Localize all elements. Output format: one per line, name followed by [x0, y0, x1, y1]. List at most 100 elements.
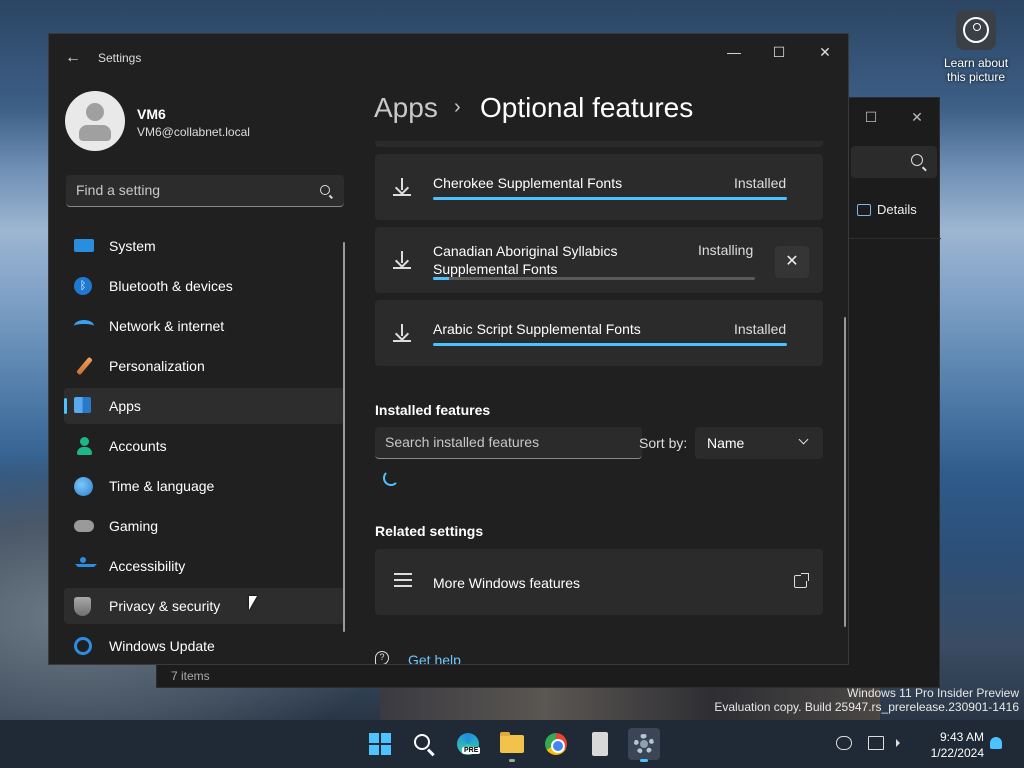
notification-bell-icon[interactable]	[990, 737, 1002, 749]
onedrive-icon[interactable]	[836, 736, 852, 750]
content-scrollbar[interactable]	[844, 317, 846, 627]
profile-name: VM6	[137, 106, 166, 122]
sidebar-item-label: Personalization	[109, 358, 205, 374]
camera-info-icon[interactable]	[956, 10, 996, 50]
details-pane-icon	[857, 203, 871, 216]
gear-icon	[634, 734, 654, 754]
explorer-maximize-button[interactable]: ☐	[859, 106, 883, 128]
controller-icon	[74, 520, 94, 532]
learn-about-picture-label: Learn about this picture	[943, 56, 1009, 84]
taskbar-search-button[interactable]	[408, 728, 440, 760]
watermark-build: Evaluation copy. Build 25947.rs_prerelea…	[714, 700, 1019, 714]
sidebar-item-label: Gaming	[109, 518, 159, 534]
explorer-search-box[interactable]	[851, 146, 937, 178]
sidebar-item-label: Accounts	[109, 438, 167, 454]
sidebar-item-label: Time & language	[109, 478, 215, 494]
feature-name: Cherokee Supplemental Fonts	[433, 175, 623, 191]
explorer-details-label: Details	[877, 202, 917, 217]
sidebar-item-accounts[interactable]: Accounts	[64, 428, 344, 464]
title-bar[interactable]: ← Settings — ☐ ✕	[49, 34, 848, 82]
taskbar-settings-button[interactable]	[628, 728, 660, 762]
edge-pre-badge: PRE	[462, 747, 481, 754]
system-icon	[74, 239, 94, 252]
sidebar-item-bluetooth[interactable]: ᛒ Bluetooth & devices	[64, 268, 344, 304]
breadcrumb-apps-link[interactable]: Apps	[374, 92, 438, 124]
installed-features-heading: Installed features	[375, 402, 491, 418]
sidebar-scrollbar[interactable]	[343, 242, 345, 632]
taskbar-clock[interactable]: 9:43 AM 1/22/2024	[931, 729, 984, 761]
volume-icon[interactable]	[896, 739, 900, 747]
feature-progress-bar	[433, 277, 755, 280]
network-icon[interactable]	[868, 736, 884, 750]
download-icon	[393, 178, 411, 196]
back-button[interactable]: ←	[63, 48, 83, 68]
list-icon	[394, 573, 412, 589]
minimize-button[interactable]: —	[719, 40, 749, 64]
sidebar-item-network[interactable]: Network & internet	[64, 308, 344, 344]
explorer-details-button[interactable]: Details	[857, 202, 917, 217]
windows-watermark: Windows 11 Pro Insider Preview Evaluatio…	[714, 686, 1019, 714]
search-installed-input[interactable]	[375, 427, 642, 457]
sort-by-label: Sort by:	[639, 435, 688, 451]
sidebar-item-label: Network & internet	[109, 318, 225, 334]
search-icon	[414, 734, 430, 750]
find-setting-box[interactable]	[66, 175, 344, 207]
get-help-link[interactable]: Get help	[408, 652, 461, 664]
chevron-down-icon	[798, 434, 809, 445]
sort-by-dropdown[interactable]: Name	[695, 427, 823, 459]
more-windows-features-link[interactable]: More Windows features	[375, 549, 823, 615]
more-windows-features-label: More Windows features	[433, 575, 581, 591]
close-button[interactable]: ✕	[810, 40, 840, 64]
download-card-cherokee: Cherokee Supplemental Fonts Installed	[375, 154, 823, 220]
taskbar-chrome-button[interactable]	[540, 728, 572, 760]
feature-name: Arabic Script Supplemental Fonts	[433, 321, 641, 337]
sort-by-value: Name	[707, 435, 745, 451]
brush-icon	[76, 356, 93, 376]
sidebar-item-gaming[interactable]: Gaming	[64, 508, 344, 544]
external-link-icon	[794, 573, 809, 588]
taskbar-notepad-button[interactable]	[584, 728, 616, 760]
clock-time: 9:43 AM	[939, 730, 984, 744]
avatar[interactable]	[65, 91, 125, 151]
previous-card-edge	[375, 141, 823, 147]
windows-logo-icon	[369, 733, 391, 755]
apps-icon	[74, 397, 91, 413]
wifi-icon	[74, 320, 94, 332]
sidebar-item-label: System	[109, 238, 156, 254]
download-card-canadian-aboriginal: Canadian Aboriginal Syllabics Supplement…	[375, 227, 823, 293]
sidebar-item-windows-update[interactable]: Windows Update	[64, 628, 344, 664]
shield-icon	[74, 597, 91, 616]
chrome-icon	[545, 733, 567, 755]
search-icon[interactable]	[320, 185, 330, 195]
download-icon	[393, 251, 411, 269]
feature-progress-bar	[433, 197, 787, 200]
search-installed-box[interactable]	[375, 427, 642, 459]
sidebar-item-apps[interactable]: Apps	[64, 388, 344, 424]
accessibility-icon	[74, 557, 97, 575]
sidebar-item-accessibility[interactable]: Accessibility	[64, 548, 344, 584]
notepad-icon	[592, 732, 608, 756]
sidebar-item-personalization[interactable]: Personalization	[64, 348, 344, 384]
settings-window[interactable]: ← Settings — ☐ ✕ VM6 VM6@collabnet.local…	[48, 33, 849, 665]
sidebar-item-label: Accessibility	[109, 558, 186, 574]
search-icon	[911, 154, 923, 166]
cancel-install-button[interactable]: ✕	[775, 246, 809, 278]
sidebar-item-time-language[interactable]: Time & language	[64, 468, 344, 504]
learn-about-picture-widget[interactable]: Learn about this picture	[940, 10, 1012, 84]
taskbar-edge-button[interactable]: PRE	[452, 728, 484, 760]
running-indicator	[509, 759, 515, 762]
sidebar-item-label: Privacy & security	[109, 598, 221, 614]
maximize-button[interactable]: ☐	[764, 40, 794, 64]
bluetooth-icon: ᛒ	[74, 277, 92, 295]
feature-status: Installed	[734, 321, 787, 337]
explorer-close-button[interactable]: ✕	[905, 106, 929, 128]
page-title: Optional features	[480, 92, 694, 123]
taskbar-file-explorer-button[interactable]	[496, 728, 528, 762]
feature-status: Installing	[698, 242, 754, 258]
explorer-status-count: 7 items	[171, 669, 210, 683]
start-button[interactable]	[364, 728, 396, 760]
sidebar-item-privacy-security[interactable]: Privacy & security	[64, 588, 344, 624]
sidebar-item-system[interactable]: System	[64, 228, 344, 264]
find-setting-input[interactable]	[66, 175, 306, 205]
feature-progress-bar	[433, 343, 787, 346]
